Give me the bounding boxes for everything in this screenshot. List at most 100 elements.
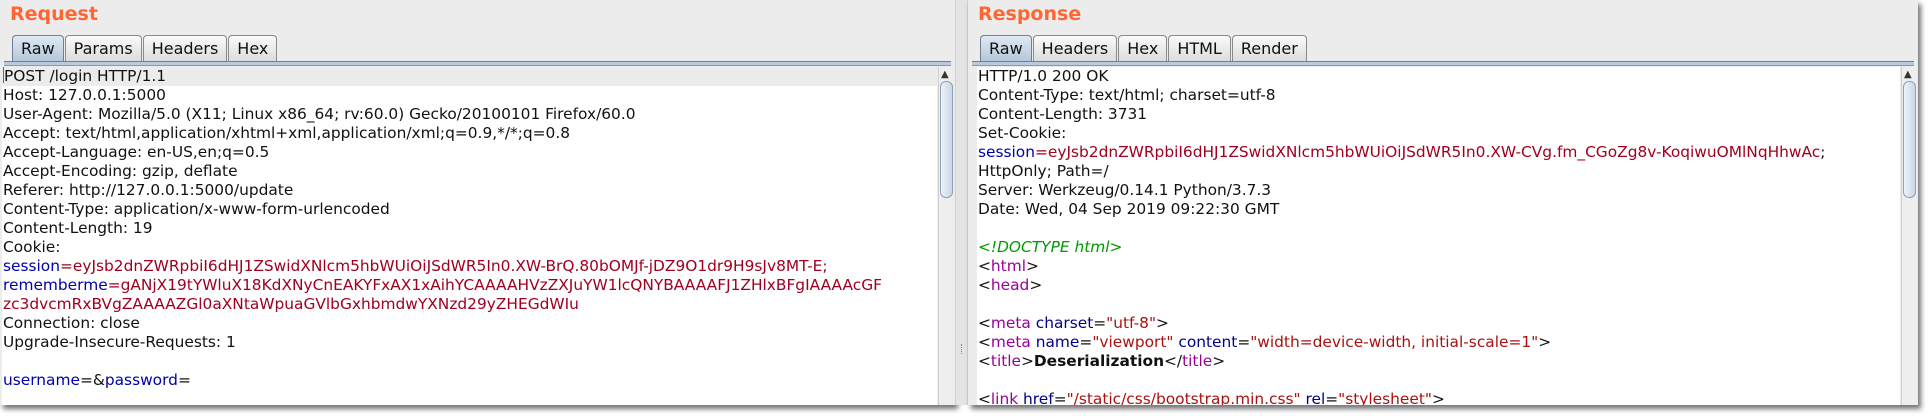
scroll-up-arrow-icon[interactable]: ▲	[1904, 70, 1912, 80]
code-token: charset	[1035, 314, 1094, 332]
code-token: username	[3, 371, 80, 389]
editor-line: Content-Type: text/html; charset=utf-8	[977, 86, 1900, 105]
editor-line: Cookie:	[2, 238, 937, 257]
code-token: rel	[1305, 390, 1326, 405]
code-token: POST /login HTTP/1.1	[4, 67, 167, 85]
tab-headers[interactable]: Headers	[1032, 35, 1118, 61]
editor-line: Set-Cookie:	[977, 124, 1900, 143]
code-token: =	[1079, 333, 1093, 351]
code-token: =eyJsb2dnZWRpbiI6dHJ1ZSwidXNlcm5hbWUiOiJ…	[59, 257, 828, 275]
code-token: =eyJsb2dnZWRpbiI6dHJ1ZSwidXNlcm5hbWUiOiJ…	[1034, 143, 1821, 161]
divider-grip-icon[interactable]	[961, 344, 964, 354]
response-scrollbar[interactable]: ▲	[1901, 67, 1916, 405]
code-token: Upgrade-Insecure-Requests: 1	[3, 333, 236, 351]
tab-headers[interactable]: Headers	[142, 35, 228, 61]
response-title: Response	[978, 3, 1082, 25]
code-token: ;	[1820, 143, 1826, 161]
code-token: Referer: http://127.0.0.1:5000/update	[3, 181, 294, 199]
request-raw-editor[interactable]: POST /login HTTP/1.1 Host: 127.0.0.1:5000…	[2, 67, 937, 405]
tab-params[interactable]: Params	[64, 35, 142, 61]
code-token: meta	[990, 314, 1031, 332]
request-scrollbar[interactable]: ▲	[938, 67, 953, 405]
code-token: =gANjX19tYWluX18KdXNyCnEAKYFxAX1xAihYCAA…	[107, 276, 882, 294]
editor-line: Connection: close	[2, 314, 937, 333]
editor-line: Date: Wed, 04 Sep 2019 09:22:30 GMT	[977, 200, 1900, 219]
tab-raw[interactable]: Raw	[12, 35, 64, 61]
code-token: Date: Wed, 04 Sep 2019 09:22:30 GMT	[978, 200, 1280, 218]
code-token: <	[978, 314, 991, 332]
request-scrollbar-thumb[interactable]	[940, 81, 953, 198]
code-token: Accept: text/html,application/xhtml+xml,…	[3, 124, 571, 142]
editor-line: <title>Deserialization</title>	[977, 352, 1900, 371]
response-scrollbar-thumb[interactable]	[1903, 81, 1916, 198]
editor-line: session=eyJsb2dnZWRpbiI6dHJ1ZSwidXNlcm5h…	[977, 143, 1900, 162]
code-token: html	[990, 257, 1026, 275]
code-token: link	[990, 390, 1019, 405]
code-token: >	[1431, 390, 1445, 405]
code-token: =	[177, 371, 191, 389]
editor-line: HttpOnly; Path=/	[977, 162, 1900, 181]
tab-render[interactable]: Render	[1231, 35, 1307, 61]
code-token: >	[1021, 352, 1034, 370]
request-tab-bar: Raw Params Headers Hex	[12, 35, 278, 61]
code-token: >	[1029, 276, 1043, 294]
editor-line: POST /login HTTP/1.1	[2, 67, 937, 86]
code-token: rememberme	[3, 276, 108, 294]
response-raw-editor[interactable]: HTTP/1.0 200 OK Content-Type: text/html; …	[977, 67, 1900, 405]
editor-line: <!DOCTYPE html>	[977, 238, 1900, 257]
tab-hex[interactable]: Hex	[228, 35, 278, 61]
code-token: >	[1212, 352, 1226, 370]
code-token: title	[1182, 352, 1213, 370]
editor-line: Referer: http://127.0.0.1:5000/update	[2, 181, 937, 200]
code-token: content	[1178, 333, 1238, 351]
editor-line: Server: Werkzeug/0.14.1 Python/3.7.3	[977, 181, 1900, 200]
code-token: <	[978, 257, 991, 275]
code-token: <!DOCTYPE html>	[978, 238, 1123, 256]
code-token: HTTP/1.0 200 OK	[978, 67, 1109, 85]
editor-line: zc3dvcmRxBVgZAAAAZGl0aXNtaWpuaGVlbGxhbmd…	[2, 295, 937, 314]
code-token: name	[1035, 333, 1080, 351]
scroll-up-arrow-icon[interactable]: ▲	[941, 70, 949, 80]
editor-line: Host: 127.0.0.1:5000	[2, 86, 937, 105]
response-tab-bar: Raw Headers Hex HTML Render	[980, 35, 1308, 61]
request-panel: Request Raw Params Headers Hex POST /login …	[0, 0, 955, 405]
code-token: =	[1237, 333, 1251, 351]
code-token: meta	[990, 333, 1031, 351]
editor-line: <meta charset="utf-8">	[977, 314, 1900, 333]
code-token: title	[990, 352, 1021, 370]
code-token: Deserialization	[1033, 352, 1165, 370]
code-token: Connection: close	[3, 314, 140, 332]
code-token: User-Agent: Mozilla/5.0 (X11; Linux x86_…	[3, 105, 636, 123]
editor-line: HTTP/1.0 200 OK	[977, 67, 1900, 86]
code-token: Host: 127.0.0.1:5000	[3, 86, 166, 104]
editor-line: Content-Type: application/x-www-form-url…	[2, 200, 937, 219]
request-tab-underline	[4, 61, 951, 66]
code-token: "/static/css/bootstrap.min.css"	[1066, 390, 1301, 405]
code-token: =	[1093, 314, 1107, 332]
tab-hex[interactable]: Hex	[1118, 35, 1168, 61]
split-pane-divider[interactable]	[955, 0, 968, 405]
editor-line: username=&password=	[2, 371, 937, 390]
code-token: Content-Type: text/html; charset=utf-8	[978, 86, 1276, 104]
code-token: Cookie:	[3, 238, 61, 256]
code-token: zc3dvcmRxBVgZAAAAZGl0aXNtaWpuaGVlbGxhbmd…	[3, 295, 579, 313]
editor-line: Upgrade-Insecure-Requests: 1	[2, 333, 937, 352]
code-token: <	[978, 390, 991, 405]
code-token: Set-Cookie:	[978, 124, 1067, 142]
editor-line: session=eyJsb2dnZWRpbiI6dHJ1ZSwidXNlcm5h…	[2, 257, 937, 276]
tab-raw[interactable]: Raw	[980, 35, 1032, 61]
code-token: =	[1053, 390, 1067, 405]
code-token: >	[1538, 333, 1552, 351]
code-token: href	[1023, 390, 1054, 405]
code-token: Server: Werkzeug/0.14.1 Python/3.7.3	[978, 181, 1272, 199]
code-token: "viewport"	[1092, 333, 1174, 351]
tab-html[interactable]: HTML	[1168, 35, 1231, 61]
code-token: session	[978, 143, 1035, 161]
code-token: >	[1025, 257, 1039, 275]
response-panel: Response Raw Headers Hex HTML Render HTTP/1.…	[968, 0, 1918, 405]
code-token: Content-Length: 19	[3, 219, 153, 237]
